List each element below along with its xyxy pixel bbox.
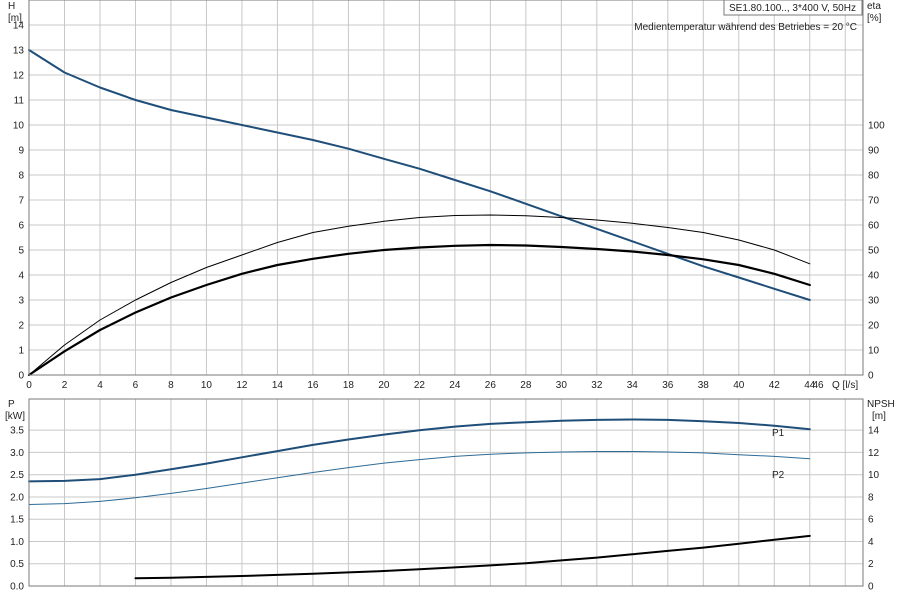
top-tick-labels: 0123456789101112131401020304050607080901… xyxy=(13,21,885,392)
x-tick-label: 12 xyxy=(236,380,248,391)
y-left-tick-label: 1 xyxy=(18,346,24,357)
p1-series-label: P1 xyxy=(772,428,785,439)
y-right-tick-label: 0 xyxy=(868,582,874,593)
x-tick-label: 28 xyxy=(520,380,532,391)
y-left-tick-label: 2 xyxy=(18,321,24,332)
y-right-tick-label: 10 xyxy=(868,346,880,357)
y-right-tick-label: 4 xyxy=(868,537,874,548)
x-tick-label: 42 xyxy=(769,380,781,391)
y-left-tick-label: 12 xyxy=(13,71,25,82)
y-right-tick-label: 40 xyxy=(868,271,880,282)
top-frame xyxy=(28,0,864,376)
x-tick-label: 14 xyxy=(272,380,284,391)
y-left-unit-top: [m] xyxy=(8,13,22,24)
y-left-tick-label: 7 xyxy=(18,196,24,207)
y-left-label-top: H xyxy=(8,1,15,12)
x-tick-label: 40 xyxy=(733,380,745,391)
y-left-tick-label: 6 xyxy=(18,221,24,232)
y-left-tick-label: 5 xyxy=(18,246,24,257)
y-right-label-bottom: NPSH xyxy=(867,399,895,410)
top-panel: 0123456789101112131401020304050607080901… xyxy=(8,0,885,391)
y-right-tick-label: 80 xyxy=(868,171,880,182)
y-right-tick-label: 60 xyxy=(868,221,880,232)
x-tick-label: 16 xyxy=(307,380,319,391)
y-left-tick-label: 2.5 xyxy=(10,470,24,481)
y-right-tick-label: 12 xyxy=(868,448,880,459)
x-axis-label: Q [l/s] xyxy=(832,380,858,391)
y-right-tick-label: 2 xyxy=(868,559,874,570)
x-tick-label: 20 xyxy=(378,380,390,391)
x-tick-label: 36 xyxy=(662,380,674,391)
x-tick-label: 30 xyxy=(556,380,568,391)
y-right-tick-label: 0 xyxy=(868,371,874,382)
y-left-tick-label: 1.5 xyxy=(10,515,24,526)
y-left-tick-label: 2.0 xyxy=(10,492,24,503)
x-tick-label: 0 xyxy=(26,380,32,391)
series-line-npsh xyxy=(134,534,811,580)
y-right-unit-bottom: [m] xyxy=(872,411,886,422)
model-label: SE1.80.100.., 3*400 V, 50Hz xyxy=(729,3,856,14)
x-tick-label: 38 xyxy=(698,380,710,391)
y-left-unit-bottom: [kW] xyxy=(5,411,25,422)
x-tick-label: 34 xyxy=(627,380,639,391)
y-right-tick-label: 70 xyxy=(868,196,880,207)
y-left-tick-label: 4 xyxy=(18,271,24,282)
y-right-tick-label: 90 xyxy=(868,146,880,157)
y-right-tick-label: 50 xyxy=(868,246,880,257)
pump-curve-chart: 0123456789101112131401020304050607080901… xyxy=(5,0,895,593)
y-left-tick-label: 3.5 xyxy=(10,426,24,437)
y-right-unit-top: [%] xyxy=(867,13,882,24)
y-left-tick-label: 0.5 xyxy=(10,559,24,570)
p2-series-label: P2 xyxy=(772,470,785,481)
y-left-label-bottom: P xyxy=(8,399,15,410)
y-left-tick-label: 11 xyxy=(14,96,25,107)
medium-temperature-note: Medientemperatur während des Betriebes =… xyxy=(634,22,857,33)
y-left-tick-label: 8 xyxy=(18,171,24,182)
x-axis-prefix: 46 xyxy=(812,380,824,391)
y-left-tick-label: 1.0 xyxy=(10,537,24,548)
y-right-tick-label: 14 xyxy=(868,426,880,437)
x-tick-label: 10 xyxy=(201,380,213,391)
x-tick-label: 2 xyxy=(62,380,68,391)
y-left-tick-label: 9 xyxy=(18,146,24,157)
x-tick-label: 6 xyxy=(133,380,139,391)
y-right-tick-label: 30 xyxy=(868,296,880,307)
y-left-tick-label: 0 xyxy=(18,371,24,382)
x-tick-label: 24 xyxy=(449,380,461,391)
x-tick-label: 8 xyxy=(168,380,174,391)
y-right-tick-label: 6 xyxy=(868,515,874,526)
x-tick-label: 4 xyxy=(97,380,103,391)
x-tick-label: 22 xyxy=(414,380,426,391)
x-tick-label: 18 xyxy=(343,380,355,391)
x-tick-label: 26 xyxy=(485,380,497,391)
bottom-panel: 0.0 0.5 1.0 1.5 2.0 2.5 3.0 3.5 0 2 4 6 8 10 12 14 P [k… xyxy=(5,398,895,593)
y-right-tick-label: 100 xyxy=(868,121,885,132)
x-tick-label: 32 xyxy=(591,380,603,391)
y-right-tick-label: 10 xyxy=(868,470,880,481)
y-left-tick-label: 3 xyxy=(18,296,24,307)
y-right-tick-label: 20 xyxy=(868,321,880,332)
y-left-tick-label: 3.0 xyxy=(10,448,24,459)
y-left-tick-label: 10 xyxy=(13,121,25,132)
top-grid xyxy=(29,0,863,375)
y-left-tick-label: 13 xyxy=(13,46,25,57)
y-right-tick-label: 8 xyxy=(868,492,874,503)
y-right-label-top: eta xyxy=(867,1,881,12)
y-left-tick-label: 0.0 xyxy=(10,582,24,593)
